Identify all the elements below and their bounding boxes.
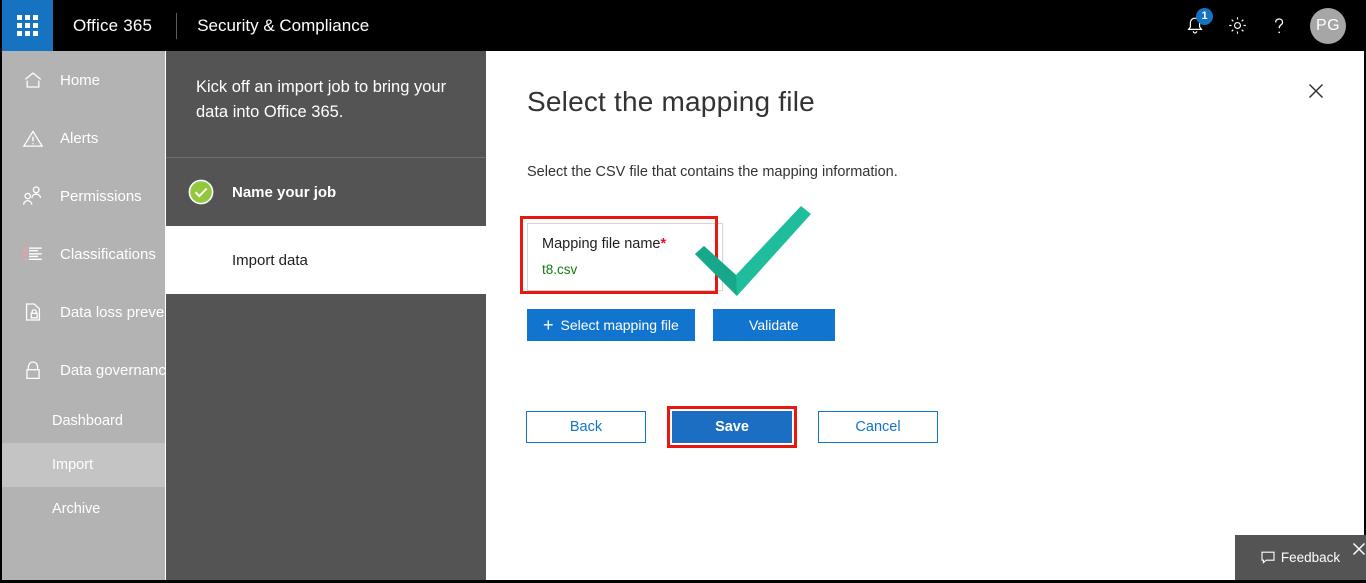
sidebar-item-label: Classifications — [60, 245, 156, 263]
sidebar-item-permissions[interactable]: Permissions — [2, 167, 165, 225]
sidebar-item-classifications[interactable]: Classifications — [2, 225, 165, 283]
user-avatar[interactable]: PG — [1310, 7, 1346, 44]
page-title: Select the mapping file — [527, 86, 815, 117]
help-button[interactable] — [1258, 0, 1300, 51]
mapping-file-label: Mapping file name* — [542, 236, 722, 252]
app-root: Office 365 Security & Compliance 1 PG Ho… — [0, 0, 1366, 583]
mapping-file-field: Mapping file name* t8.csv — [527, 223, 723, 291]
sidebar-item-label: Data governance — [60, 361, 165, 379]
page-subtitle: Select the CSV file that contains the ma… — [527, 164, 898, 180]
suite-bar-actions: 1 PG — [1174, 0, 1364, 51]
sidebar-subitem-label: Dashboard — [52, 413, 123, 429]
validate-button[interactable]: Validate — [712, 309, 835, 341]
list-icon — [20, 244, 46, 264]
wizard-step-label: Import data — [232, 251, 308, 269]
app-launcher-button[interactable] — [2, 0, 53, 51]
sidebar-item-data-governance[interactable]: Data governance — [2, 341, 165, 399]
suite-bar: Office 365 Security & Compliance 1 PG — [2, 0, 1364, 51]
warning-triangle-icon — [20, 128, 46, 149]
settings-button[interactable] — [1216, 0, 1258, 51]
sidebar-item-data-loss-prevention[interactable]: Data loss prevention — [2, 283, 165, 341]
wizard-intro-text: Kick off an import job to bring your dat… — [196, 78, 447, 121]
select-mapping-file-button[interactable]: + Select mapping file — [527, 309, 695, 341]
mapping-file-actions: + Select mapping file Validate — [527, 309, 835, 341]
sidebar-item-label: Alerts — [60, 129, 99, 147]
people-icon — [20, 185, 46, 207]
sidebar-subitem-label: Import — [52, 457, 94, 473]
notification-badge: 1 — [1196, 8, 1213, 25]
left-navigation: Home Alerts Permissions Classifications … — [2, 51, 165, 580]
close-icon[interactable] — [1302, 77, 1330, 105]
home-icon — [20, 70, 46, 90]
suite-brand-label[interactable]: Office 365 — [73, 16, 152, 36]
wizard-step-import-data[interactable]: Import data — [166, 226, 486, 294]
mapping-file-label-text: Mapping file name — [542, 236, 661, 252]
waffle-grid-icon — [17, 15, 38, 36]
suite-app-name[interactable]: Security & Compliance — [197, 16, 369, 36]
save-label: Save — [715, 419, 749, 435]
wizard-step-label: Name your job — [232, 183, 337, 201]
sidebar-subitem-label: Archive — [52, 501, 101, 517]
wizard-step-name-your-job[interactable]: Name your job — [166, 158, 486, 226]
save-button-wrapper: Save — [667, 406, 797, 448]
lock-icon — [20, 359, 46, 382]
sidebar-item-archive[interactable]: Archive — [2, 487, 165, 531]
sidebar-item-label: Home — [60, 71, 101, 89]
save-button[interactable]: Save — [672, 411, 792, 443]
wizard-footer-buttons: Back Save Cancel — [526, 406, 938, 448]
required-asterisk: * — [660, 236, 667, 252]
mapping-file-value: t8.csv — [542, 262, 578, 277]
plus-icon: + — [543, 315, 554, 335]
sidebar-item-label: Permissions — [60, 187, 142, 205]
feedback-close-icon[interactable] — [1349, 539, 1366, 559]
back-label: Back — [569, 419, 603, 435]
document-lock-icon — [20, 301, 46, 323]
cancel-label: Cancel — [855, 419, 901, 435]
suite-divider — [176, 12, 178, 39]
feedback-label: Feedback — [1280, 550, 1341, 565]
sidebar-item-alerts[interactable]: Alerts — [2, 109, 165, 167]
sidebar-item-import[interactable]: Import — [2, 443, 165, 487]
main-content-pane: Select the mapping file Select the CSV f… — [487, 51, 1366, 580]
green-check-circle-icon — [188, 179, 214, 205]
select-mapping-file-label: Select mapping file — [560, 317, 679, 333]
feedback-label-wrap: Feedback — [1261, 550, 1340, 565]
sidebar-item-dashboard[interactable]: Dashboard — [2, 399, 165, 443]
feedback-button[interactable]: Feedback — [1235, 535, 1366, 580]
cancel-button[interactable]: Cancel — [818, 411, 938, 443]
wizard-step-panel: Kick off an import job to bring your dat… — [166, 51, 486, 580]
speech-bubble-icon — [1261, 551, 1275, 564]
validate-label: Validate — [749, 317, 799, 333]
sidebar-item-home[interactable]: Home — [2, 51, 165, 109]
notifications-button[interactable]: 1 — [1174, 0, 1216, 51]
grey-dot-icon — [188, 247, 214, 273]
back-button[interactable]: Back — [526, 411, 646, 443]
sidebar-item-label: Data loss prevention — [60, 303, 165, 321]
